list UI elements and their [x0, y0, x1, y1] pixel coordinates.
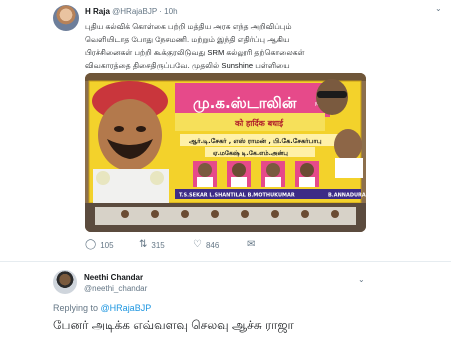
like-count: 846	[205, 240, 220, 250]
mail-icon: ✉	[247, 239, 256, 250]
replying-mention[interactable]: @HRajaBJP	[101, 303, 152, 313]
tweet-text-line: பிரச்சினைகள் பற்றி கூக்குரலிடுவது SRM கல…	[85, 48, 305, 57]
share-button[interactable]: ✉	[247, 240, 255, 250]
banner-title: மு.க.ஸ்டாலின்	[193, 94, 297, 113]
reply-text-continued: …	[53, 334, 65, 338]
replying-prefix: Replying to	[53, 303, 99, 313]
tweet-header: H Raja @HRajaBJP · 10h	[85, 7, 178, 16]
tweet-actions: ◯ 105 ⇅ 315 ♡ 846 ✉	[85, 240, 385, 254]
author-name[interactable]: H Raja	[85, 7, 110, 16]
author-handle[interactable]: @HRajaBJP	[112, 7, 157, 16]
chevron-down-icon[interactable]: ⌄	[435, 4, 442, 13]
separator-dot: ·	[159, 7, 162, 16]
tweet-time[interactable]: 10h	[164, 7, 177, 16]
banner-caption-left: T.S.SEKAR L.SHANTILAL B.MOTHUKUMAR	[179, 193, 295, 199]
banner-image: மு.க.ஸ்டாலின் MLA को हार्दिक बधाई ஆர்.டி…	[85, 73, 366, 232]
retweet-button[interactable]: ⇅ 315	[139, 240, 165, 250]
reply-icon: ◯	[85, 239, 97, 250]
replying-to: Replying to @HRajaBJP	[53, 303, 151, 313]
tweet-photo[interactable]: மு.க.ஸ்டாலின் MLA को हार्दिक बधाई ஆர்.டி…	[85, 73, 366, 232]
banner-names: ஆர்.டி.சேகர் , எஸ் ராமன் , பி.கே.சேகர்பா…	[189, 137, 322, 145]
banner-caption-right: B.ANNADURA	[328, 193, 366, 199]
reply-header: Neethi Chandar @neethi_chandar	[84, 272, 147, 294]
reply-author-name[interactable]: Neethi Chandar	[84, 272, 147, 283]
tweet-thread: H Raja @HRajaBJP · 10h ⌄ புதிய கல்விக் க…	[0, 0, 451, 338]
tweet-text-line: விவகாரத்தை திசைதிருப்பவே. முதலில் Sunshi…	[85, 61, 290, 70]
reply-author-handle[interactable]: @neethi_chandar	[84, 283, 147, 294]
reply-text: பேனர் அடிக்க எவ்வளவு செலவு ஆச்சு ராஜா	[53, 318, 294, 332]
banner-subtitle: को हार्दिक बधाई	[234, 118, 284, 128]
divider	[0, 261, 451, 262]
reply-count: 105	[100, 240, 114, 250]
retweet-icon: ⇅	[139, 239, 148, 250]
retweet-count: 315	[151, 240, 165, 250]
banner-names-2: ஏ.மகேஷ் டி.கே.எம்.அன்பு	[213, 150, 288, 157]
reply-author-avatar[interactable]	[53, 270, 77, 294]
chevron-down-icon[interactable]: ⌄	[358, 275, 365, 284]
tweet-text-line: வெளியிடாத போது நேசமணி. மற்றும் இந்தி எதி…	[85, 35, 290, 44]
like-button[interactable]: ♡ 846	[193, 240, 219, 250]
tweet-text-line: புதிய கல்விக் கொள்கை பற்றி மத்திய அரசு எ…	[85, 22, 292, 31]
reply-button[interactable]: ◯ 105	[85, 240, 114, 250]
author-avatar[interactable]	[53, 5, 79, 31]
heart-icon: ♡	[193, 239, 202, 250]
